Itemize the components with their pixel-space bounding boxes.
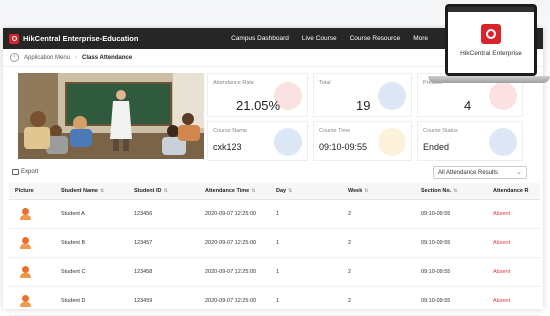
attendance-result: Absent bbox=[487, 228, 540, 258]
nav-live-course[interactable]: Live Course bbox=[302, 35, 337, 42]
clock-decoration-icon bbox=[378, 128, 406, 156]
student-name: Student D bbox=[55, 286, 128, 316]
table-header-row: Picture Student Name ⇅ Student ID ⇅ Attend… bbox=[9, 183, 540, 200]
course-time-card: Course Time 09:10-09:55 bbox=[313, 121, 412, 161]
course-name-card: Course Name cxk123 bbox=[207, 121, 308, 161]
laptop-screen: HikCentral Enterprise bbox=[445, 4, 537, 76]
attendance-filter-select[interactable]: All Attendance Results ⌄ bbox=[433, 166, 527, 179]
breadcrumb-parent[interactable]: Application Menu bbox=[24, 55, 70, 61]
attendance-result: Absent bbox=[487, 286, 540, 316]
sort-icon[interactable]: ⇅ bbox=[288, 188, 292, 194]
student-avatar-icon bbox=[20, 265, 31, 278]
back-icon[interactable]: ‹ bbox=[10, 53, 19, 62]
export-button[interactable]: Export bbox=[12, 169, 38, 175]
attendance-rate-card: Attendance Rate 21.05% bbox=[207, 73, 308, 117]
present-value: 4 bbox=[464, 98, 472, 113]
laptop-mockup: HikCentral Enterprise bbox=[428, 0, 550, 86]
chart-decoration-icon bbox=[274, 82, 302, 110]
nav-course-resource[interactable]: Course Resource bbox=[350, 35, 401, 42]
section-no: 09:10-09:55 bbox=[415, 257, 487, 287]
day: 1 bbox=[270, 257, 342, 287]
laptop-base bbox=[428, 76, 550, 83]
attendance-result: Absent bbox=[487, 257, 540, 287]
breadcrumb-current: Class Attendance bbox=[82, 54, 133, 61]
sort-icon[interactable]: ⇅ bbox=[453, 188, 457, 194]
course-time-label: Course Time bbox=[319, 128, 351, 134]
course-name-value: cxk123 bbox=[213, 142, 242, 152]
section-no: 09:10-09:55 bbox=[415, 286, 487, 316]
student-avatar-icon bbox=[20, 236, 31, 249]
table-row[interactable]: Student B 123457 2020-09-07 12:25:00 1 2… bbox=[9, 228, 540, 258]
nav-more[interactable]: More bbox=[413, 35, 428, 42]
col-student-name[interactable]: Student Name ⇅ bbox=[55, 183, 128, 200]
table-row[interactable]: Student C 123458 2020-09-07 12:25:00 1 2… bbox=[9, 257, 540, 287]
chevron-down-icon: ⌄ bbox=[516, 169, 522, 176]
day: 1 bbox=[270, 199, 342, 229]
attendance-time: 2020-09-07 12:25:00 bbox=[199, 286, 270, 316]
course-status-card: Course Status Ended bbox=[417, 121, 523, 161]
export-label: Export bbox=[21, 169, 39, 175]
sort-icon[interactable]: ⇅ bbox=[100, 188, 104, 194]
course-status-value: Ended bbox=[423, 142, 450, 152]
week: 2 bbox=[342, 286, 415, 316]
attendance-time: 2020-09-07 12:25:00 bbox=[199, 199, 270, 229]
col-attendance-time[interactable]: Attendance Time ⇅ bbox=[199, 183, 270, 200]
student-id: 123457 bbox=[128, 228, 199, 258]
day: 1 bbox=[270, 286, 342, 316]
sort-icon[interactable]: ⇅ bbox=[251, 188, 255, 194]
laptop-brand-text: HikCentral Enterprise bbox=[460, 50, 522, 57]
hikcentral-logo-icon bbox=[481, 24, 501, 44]
attendance-rate-label: Attendance Rate bbox=[213, 80, 254, 86]
status-decoration-icon bbox=[489, 128, 517, 156]
table-toolbar: Export All Attendance Results ⌄ bbox=[12, 166, 527, 182]
week: 2 bbox=[342, 228, 415, 258]
day: 1 bbox=[270, 228, 342, 258]
total-card: Total 19 bbox=[313, 73, 412, 117]
attendance-time: 2020-09-07 12:25:00 bbox=[199, 228, 270, 258]
stage: HikCentral Enterprise-Education Campus D… bbox=[0, 0, 550, 316]
student-avatar-icon bbox=[20, 294, 31, 307]
col-day[interactable]: Day ⇅ bbox=[270, 183, 342, 200]
hikcentral-logo-icon bbox=[9, 33, 19, 44]
classroom-photo bbox=[18, 73, 204, 159]
student-id: 123459 bbox=[128, 286, 199, 316]
check-decoration-icon bbox=[489, 82, 517, 110]
total-label: Total bbox=[319, 80, 331, 86]
attendance-result: Absent bbox=[487, 199, 540, 229]
filter-value: All Attendance Results bbox=[438, 170, 499, 176]
course-name-label: Course Name bbox=[213, 128, 247, 134]
col-week[interactable]: Week ⇅ bbox=[342, 183, 415, 200]
breadcrumb-separator: › bbox=[75, 54, 78, 61]
sort-icon[interactable]: ⇅ bbox=[164, 188, 168, 194]
table-row[interactable]: Student D 123459 2020-09-07 12:25:00 1 2… bbox=[9, 286, 540, 316]
sort-icon[interactable]: ⇅ bbox=[364, 188, 368, 194]
course-time-value: 09:10-09:55 bbox=[319, 142, 368, 152]
col-student-id[interactable]: Student ID ⇅ bbox=[128, 183, 199, 200]
student-name: Student A bbox=[55, 199, 128, 229]
student-id: 123456 bbox=[128, 199, 199, 229]
col-section-no[interactable]: Section No. ⇅ bbox=[415, 183, 487, 200]
student-name: Student C bbox=[55, 257, 128, 287]
course-status-label: Course Status bbox=[423, 128, 458, 134]
nav-campus-dashboard[interactable]: Campus Dashboard bbox=[231, 35, 289, 42]
week: 2 bbox=[342, 257, 415, 287]
student-name: Student B bbox=[55, 228, 128, 258]
student-avatar-icon bbox=[20, 207, 31, 220]
people-decoration-icon bbox=[378, 82, 406, 110]
col-attendance-result: Attendance R bbox=[487, 183, 540, 200]
week: 2 bbox=[342, 199, 415, 229]
section-no: 09:10-09:55 bbox=[415, 228, 487, 258]
book-decoration-icon bbox=[274, 128, 302, 156]
app-title: HikCentral Enterprise-Education bbox=[23, 34, 139, 43]
export-icon bbox=[12, 169, 19, 175]
student-id: 123458 bbox=[128, 257, 199, 287]
section-no: 09:10-09:55 bbox=[415, 199, 487, 229]
attendance-table: Picture Student Name ⇅ Student ID ⇅ Attend… bbox=[9, 183, 540, 316]
col-picture: Picture bbox=[9, 183, 55, 200]
attendance-time: 2020-09-07 12:25:00 bbox=[199, 257, 270, 287]
table-row[interactable]: Student A 123456 2020-09-07 12:25:00 1 2… bbox=[9, 199, 540, 229]
attendance-rate-value: 21.05% bbox=[236, 98, 281, 113]
top-nav: Campus Dashboard Live Course Course Reso… bbox=[231, 35, 428, 42]
total-value: 19 bbox=[356, 98, 371, 113]
